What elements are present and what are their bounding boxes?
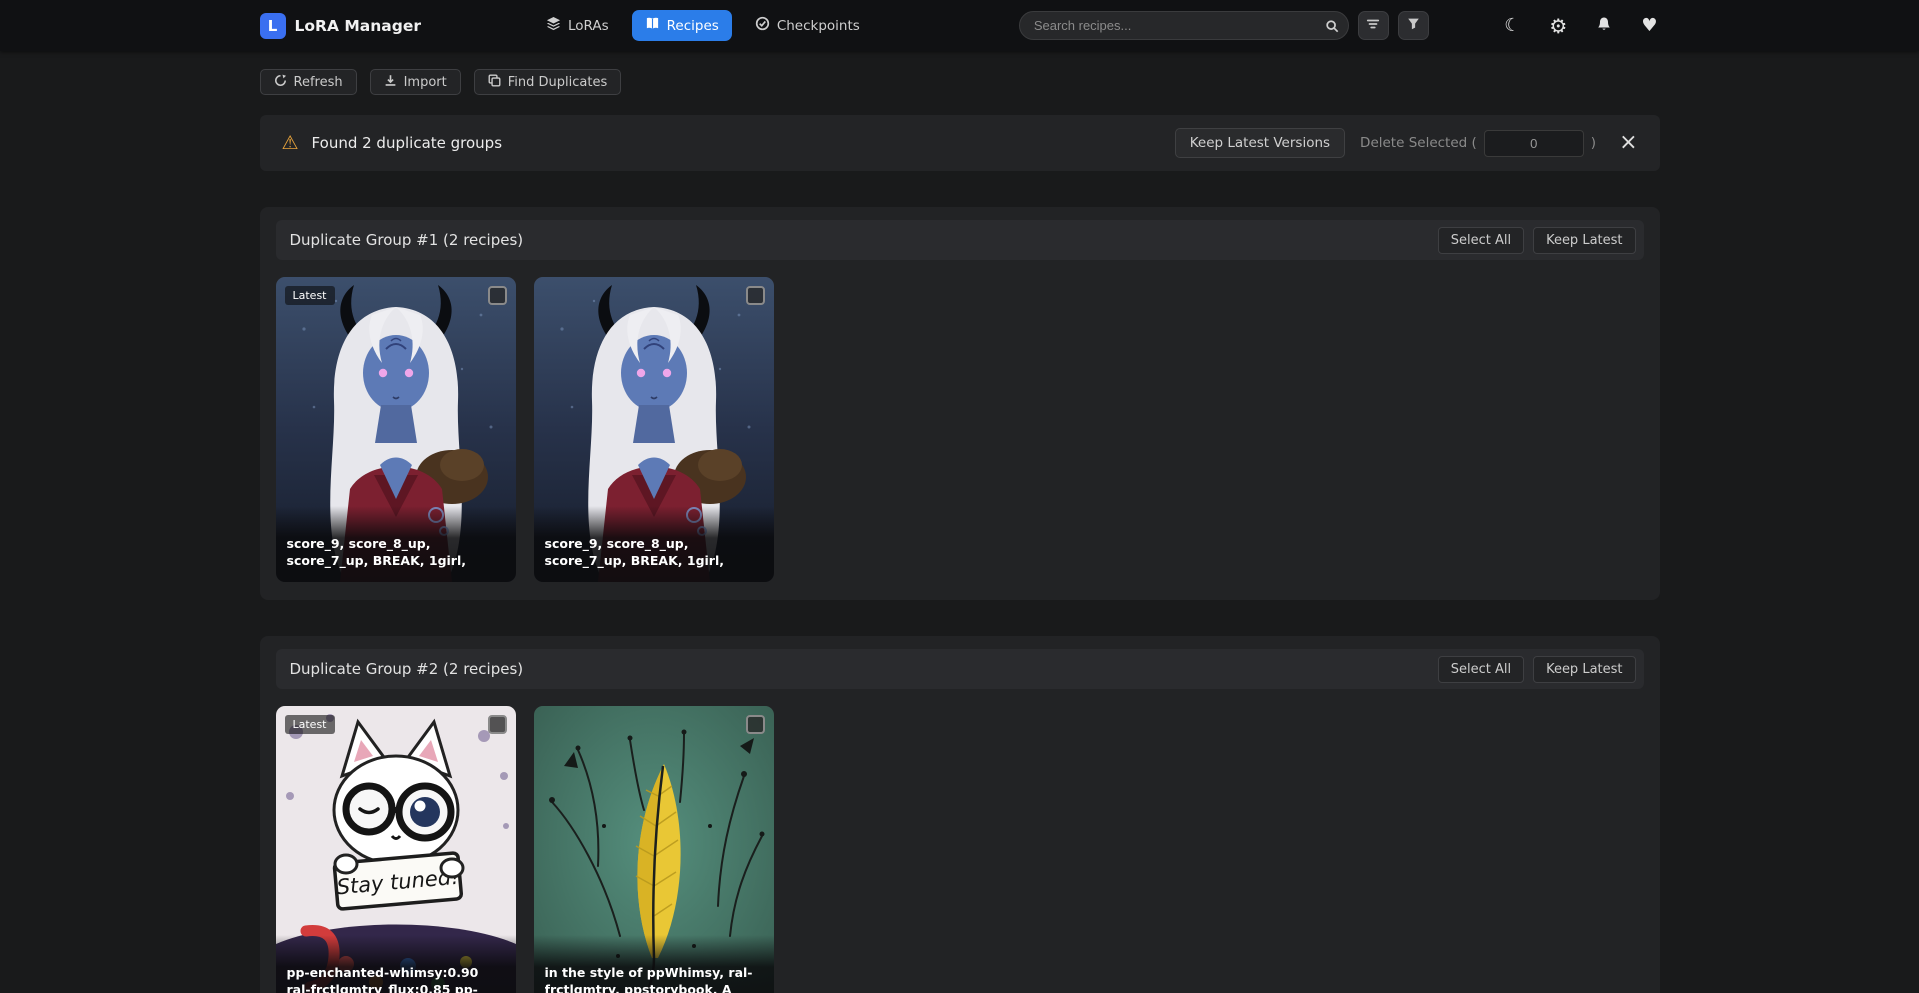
group-header: Duplicate Group #1 (2 recipes) Select Al… [276,220,1644,260]
tab-loras[interactable]: LoRAs [533,10,622,41]
selected-count-input[interactable] [1484,130,1584,157]
card-caption: score_9, score_8_up, score_7_up, BREAK, … [276,506,516,582]
refresh-icon [274,74,287,91]
card-caption: pp-enchanted-whimsy:0.90 ral-frctlgmtry_… [276,935,516,993]
brand[interactable]: L LoRA Manager [260,13,421,39]
tab-label: LoRAs [568,18,609,34]
import-icon [384,74,397,91]
group-title: Duplicate Group #1 (2 recipes) [290,231,524,249]
card-row: Stay tuned! Latest pp-enchanted-whimsy:0… [276,706,1644,993]
card-checkbox[interactable] [746,715,765,734]
tab-label: Recipes [667,18,719,34]
navbar: L LoRA Manager LoRAs Recipes Checkpoin [0,0,1919,51]
app-title: LoRA Manager [295,17,421,35]
support-heart-icon[interactable]: ♥ [1639,15,1659,37]
recipe-card[interactable]: Latest score_9, score_8_up, score_7_up, … [276,277,516,582]
tab-checkpoints[interactable]: Checkpoints [742,10,873,41]
settings-gear-icon[interactable]: ⚙ [1547,14,1569,38]
layers-icon [546,16,561,35]
delete-selected-prefix: Delete Selected ( [1360,135,1477,151]
keep-latest-button[interactable]: Keep Latest [1533,656,1635,683]
filter-button[interactable] [1398,11,1429,40]
copy-icon [488,74,501,91]
refresh-label: Refresh [294,75,343,90]
import-button[interactable]: Import [370,69,461,95]
latest-badge: Latest [285,286,335,305]
delete-selected-suffix: ) [1591,135,1596,151]
check-circle-icon [755,16,770,35]
duplicates-banner: ⚠ Found 2 duplicate groups Keep Latest V… [260,115,1660,171]
select-all-button[interactable]: Select All [1438,227,1524,254]
duplicate-group-1: Duplicate Group #1 (2 recipes) Select Al… [260,207,1660,600]
warning-icon: ⚠ [282,134,299,153]
theme-moon-icon[interactable]: ☾ [1502,15,1522,37]
funnel-icon [1407,17,1420,34]
search-icon[interactable] [1319,13,1345,38]
delete-selected-control: Delete Selected ( ) [1360,130,1596,157]
card-caption: in the style of ppWhimsy, ral-frctlgmtry… [534,935,774,993]
find-duplicates-button[interactable]: Find Duplicates [474,69,621,95]
main-content: Refresh Import Find Duplicates ⚠ Found 2… [260,69,1660,993]
banner-message: Found 2 duplicate groups [312,134,502,152]
sliders-icon [1366,17,1380,35]
latest-badge: Latest [285,715,335,734]
keep-latest-button[interactable]: Keep Latest [1533,227,1635,254]
book-icon [645,16,660,35]
recipe-card[interactable]: in the style of ppWhimsy, ral-frctlgmtry… [534,706,774,993]
search [1019,11,1349,40]
tab-label: Checkpoints [777,18,860,34]
tab-recipes[interactable]: Recipes [632,10,732,41]
close-icon[interactable]: × [1619,132,1637,154]
recipe-card[interactable]: Stay tuned! Latest pp-enchanted-whimsy:0… [276,706,516,993]
card-checkbox[interactable] [488,715,507,734]
toolbar: Refresh Import Find Duplicates [260,69,1660,95]
import-label: Import [404,75,447,90]
card-row: Latest score_9, score_8_up, score_7_up, … [276,277,1644,582]
notifications-bell-icon[interactable] [1594,14,1614,38]
find-duplicates-label: Find Duplicates [508,75,607,90]
app-logo: L [260,13,286,39]
group-title: Duplicate Group #2 (2 recipes) [290,660,524,678]
recipe-card[interactable]: score_9, score_8_up, score_7_up, BREAK, … [534,277,774,582]
refresh-button[interactable]: Refresh [260,69,357,95]
select-all-button[interactable]: Select All [1438,656,1524,683]
sort-sliders-button[interactable] [1358,11,1389,40]
group-header: Duplicate Group #2 (2 recipes) Select Al… [276,649,1644,689]
card-caption: score_9, score_8_up, score_7_up, BREAK, … [534,506,774,582]
search-input[interactable] [1019,11,1349,40]
card-checkbox[interactable] [488,286,507,305]
duplicate-group-2: Duplicate Group #2 (2 recipes) Select Al… [260,636,1660,993]
card-checkbox[interactable] [746,286,765,305]
navbar-actions: ☾ ⚙ ♥ [1502,14,1659,38]
keep-latest-versions-button[interactable]: Keep Latest Versions [1175,128,1345,158]
main-nav: LoRAs Recipes Checkpoints [533,10,873,41]
